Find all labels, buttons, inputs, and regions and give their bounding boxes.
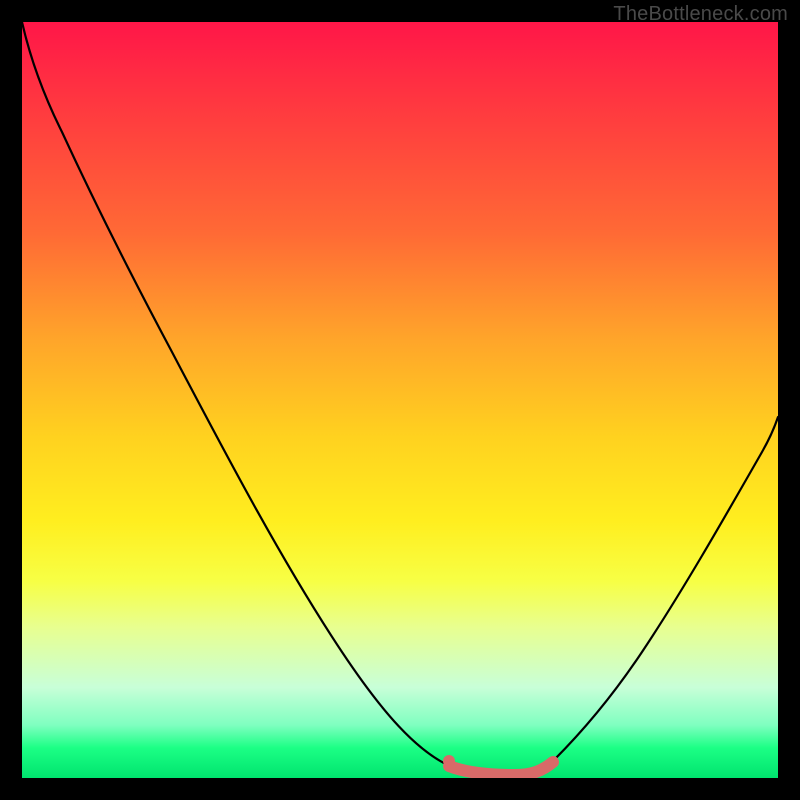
- chart-frame: TheBottleneck.com: [0, 0, 800, 800]
- attribution-text: TheBottleneck.com: [613, 3, 788, 26]
- highlight-band: [449, 762, 553, 775]
- bottleneck-curve: [22, 22, 778, 774]
- curve-svg: [22, 22, 778, 778]
- plot-area: [22, 22, 778, 778]
